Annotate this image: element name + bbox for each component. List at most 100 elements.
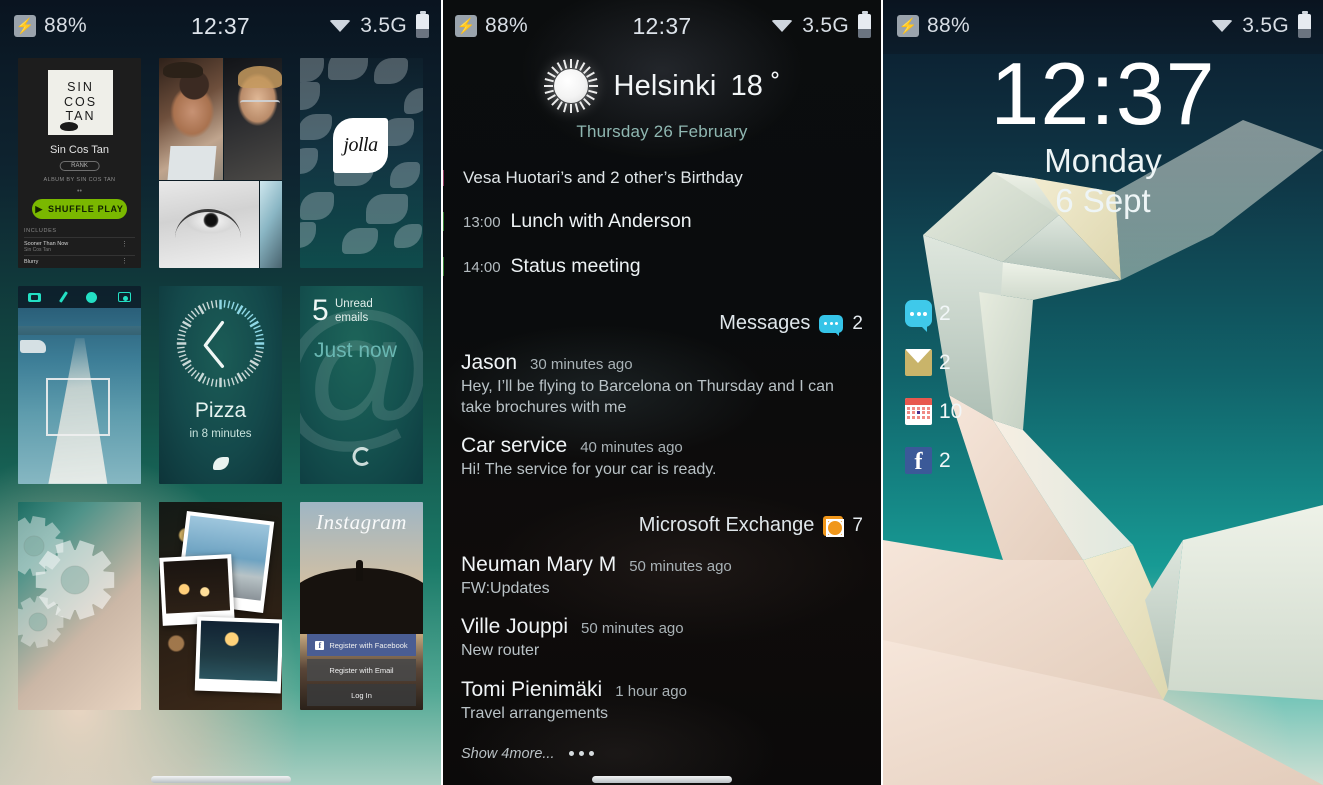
sun-ray [588, 78, 598, 83]
event-lunch[interactable]: 13:00 Lunch with Anderson [441, 210, 883, 233]
register-with-email-button[interactable]: Register with Email [307, 659, 416, 681]
track-overflow-icon[interactable]: ⋮ [121, 257, 128, 265]
album-subtitle: ALBUM BY SIN COS TAN [43, 177, 116, 183]
email-item[interactable]: Neuman Mary M 50 minutes ago FW:Updates [441, 553, 883, 599]
section-title: Messages [719, 312, 811, 334]
track-title: Blurry [24, 259, 39, 265]
message-preview: Hey, I’ll be flying to Barcelona on Thur… [461, 378, 834, 417]
section-count: 2 [852, 312, 863, 334]
sun-ray [563, 103, 568, 113]
unread-label-line1: Unread [335, 298, 373, 310]
photo-thumbnail [159, 554, 235, 626]
track-overflow-icon[interactable]: ⋮ [121, 240, 128, 248]
messages-icon [819, 314, 844, 333]
tile-camera[interactable] [18, 286, 141, 484]
camera-mode-icon[interactable] [28, 292, 42, 302]
email-subject: New router [461, 642, 540, 660]
panel-home-launcher: ⚡ 88% 12:37 3.5G SIN COS TAN Sin Cos Tan… [0, 0, 441, 785]
badge-email[interactable]: 2 [905, 349, 962, 376]
sun-ray [563, 59, 568, 69]
sun-ray [586, 94, 596, 101]
register-facebook-label: Register with Facebook [329, 640, 408, 650]
instagram-silhouette [356, 560, 363, 581]
gear-icon [18, 516, 115, 648]
camera-switch-icon[interactable] [117, 292, 131, 302]
tile-email[interactable]: @ 5 Unread emails Just now [300, 286, 423, 484]
weather-widget[interactable]: Helsinki 18 ˚ [441, 58, 883, 114]
photo-thumbnail [194, 616, 282, 694]
lockscreen-weekday: Monday [1044, 141, 1162, 179]
event-time: 13:00 [463, 214, 501, 231]
sun-ray [557, 101, 564, 110]
tile-settings[interactable] [18, 502, 141, 710]
event-title: Lunch with Anderson [510, 210, 692, 232]
lockscreen-notification-badges: 2 2 10 f 2 [905, 300, 962, 474]
sun-ray [575, 59, 580, 69]
badge-calendar[interactable]: 10 [905, 398, 962, 425]
message-item[interactable]: Jason 30 minutes ago Hey, I’ll be flying… [441, 351, 883, 418]
section-header-exchange[interactable]: Microsoft Exchange 7 [441, 514, 883, 537]
battery-icon [858, 11, 871, 38]
badge-count: 10 [939, 399, 963, 423]
message-timestamp: 30 minutes ago [530, 356, 633, 373]
tile-music-player[interactable]: SIN COS TAN Sin Cos Tan RANK ALBUM BY SI… [18, 58, 141, 268]
album-badge: RANK [59, 161, 100, 171]
home-indicator-bar-panel2[interactable] [592, 776, 732, 783]
email-timestamp: 50 minutes ago [581, 620, 684, 638]
register-with-facebook-button[interactable]: f Register with Facebook [307, 634, 416, 656]
shuffle-play-button[interactable]: ▶ SHUFFLE PLAY [32, 199, 127, 219]
shutter-icon[interactable] [85, 291, 97, 303]
event-status-meeting[interactable]: 14:00 Status meeting [441, 255, 883, 278]
sun-icon [543, 58, 599, 114]
email-item[interactable]: Ville Jouppi 50 minutes ago New router [441, 615, 883, 661]
tile-timer[interactable]: Pizza in 8 minutes [159, 286, 282, 484]
message-sender: Jason [461, 351, 518, 374]
flash-icon[interactable] [59, 291, 69, 303]
tile-people-contacts[interactable] [159, 58, 282, 268]
message-item[interactable]: Car service 40 minutes ago Hi! The servi… [441, 434, 883, 480]
email-item[interactable]: Tomi Pienimäki 1 hour ago Travel arrange… [441, 678, 883, 724]
charging-bolt-icon: ⚡ [897, 15, 919, 37]
camera-horizon [18, 326, 141, 335]
panel-lock-screen: ⚡ 88% 3.5G 12:37 Monday 6 Sept 2 2 10 f … [883, 0, 1323, 785]
statusbar-panel3: ⚡ 88% 3.5G [883, 0, 1323, 52]
log-in-button[interactable]: Log In [307, 684, 416, 706]
unread-count: 5 [312, 294, 329, 327]
instagram-logo-label: Instagram [316, 510, 407, 534]
statusbar-left: ⚡ 88% [897, 14, 970, 38]
timer-leaf-icon [212, 457, 229, 470]
current-date-label: Thursday 26 February [576, 122, 748, 141]
show-more-button[interactable]: Show 4more... [441, 746, 883, 762]
sun-ray [588, 89, 598, 94]
exchange-icon [823, 515, 845, 537]
timer-dial-icon [173, 296, 268, 391]
home-indicator-bar-panel1[interactable] [150, 776, 291, 783]
messages-icon [905, 300, 932, 327]
lockscreen-time: 12:37 [990, 44, 1216, 143]
sun-ray [575, 103, 580, 113]
badge-count: 2 [939, 350, 951, 374]
contact-photo [260, 181, 282, 268]
statusbar-right: 3.5G [1211, 11, 1311, 38]
network-label: 3.5G [1242, 14, 1289, 37]
email-sender: Tomi Pienimäki [461, 677, 603, 701]
log-in-label: Log In [351, 690, 372, 700]
event-birthday[interactable]: Vesa Huotari’s and 2 other’s Birthday [441, 168, 883, 188]
sun-ray [579, 101, 586, 110]
statusbar-panel1: ⚡ 88% 12:37 3.5G [0, 0, 441, 52]
panel-events-view: ⚡ 88% 12:37 3.5G Helsinki 18 ˚ Thursday … [441, 0, 883, 785]
tile-jolla-store[interactable]: jolla [300, 58, 423, 268]
email-icon [905, 349, 932, 376]
camera-controls-bar [18, 286, 141, 308]
section-header-messages[interactable]: Messages 2 [441, 312, 883, 335]
badge-messages[interactable]: 2 [905, 300, 962, 327]
track-row[interactable]: Blurry ⋮ [24, 255, 135, 265]
track-row[interactable]: Sooner Than Now Sin Cos Tan ⋮ [24, 237, 135, 253]
lockscreen-clock-block: 12:37 Monday 6 Sept [883, 44, 1323, 220]
tile-gallery[interactable] [159, 502, 282, 710]
contact-photo [159, 181, 259, 268]
network-label: 3.5G [802, 14, 849, 37]
tile-instagram[interactable]: Instagram f Register with Facebook Regis… [300, 502, 423, 710]
statusbar-right: 3.5G [771, 11, 871, 38]
badge-facebook[interactable]: f 2 [905, 447, 962, 474]
